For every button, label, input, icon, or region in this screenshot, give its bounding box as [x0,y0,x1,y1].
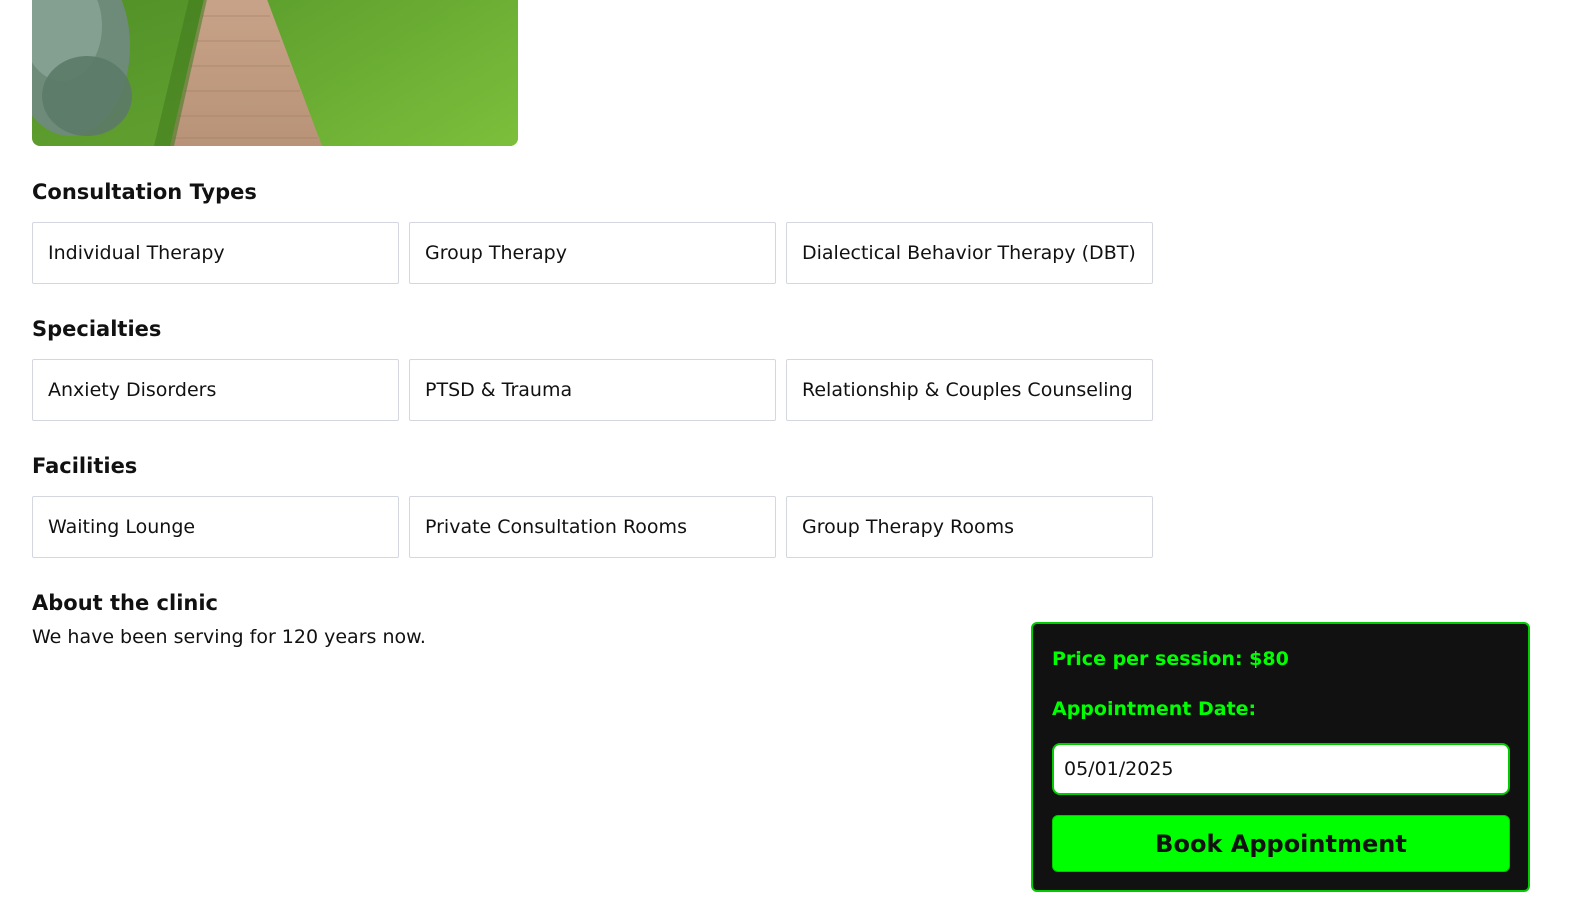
facility-chip: Group Therapy Rooms [786,496,1153,558]
specialty-chip: PTSD & Trauma [409,359,776,421]
consultation-type-chip: Individual Therapy [32,222,399,284]
facility-chip: Waiting Lounge [32,496,399,558]
consultation-type-chip: Group Therapy [409,222,776,284]
facilities-heading: Facilities [32,454,138,478]
consultation-type-chip: Dialectical Behavior Therapy (DBT) [786,222,1153,284]
consultation-types-list: Individual Therapy Group Therapy Dialect… [32,222,1153,284]
specialty-chip: Anxiety Disorders [32,359,399,421]
book-appointment-button[interactable]: Book Appointment [1052,815,1510,872]
booking-panel: Price per session: $80 Appointment Date:… [1031,622,1530,892]
price-per-session: Price per session: $80 [1052,648,1289,670]
appointment-date-input[interactable] [1052,743,1510,795]
appointment-date-label: Appointment Date: [1052,698,1257,720]
about-clinic-heading: About the clinic [32,591,218,615]
consultation-types-heading: Consultation Types [32,180,257,204]
clinic-hero-image [32,0,518,146]
facility-chip: Private Consultation Rooms [409,496,776,558]
specialty-chip: Relationship & Couples Counseling [786,359,1153,421]
facilities-list: Waiting Lounge Private Consultation Room… [32,496,1153,558]
specialties-list: Anxiety Disorders PTSD & Trauma Relation… [32,359,1153,421]
specialties-heading: Specialties [32,317,162,341]
about-clinic-text: We have been serving for 120 years now. [32,626,426,648]
clinic-page: Consultation Types Individual Therapy Gr… [0,0,1571,904]
